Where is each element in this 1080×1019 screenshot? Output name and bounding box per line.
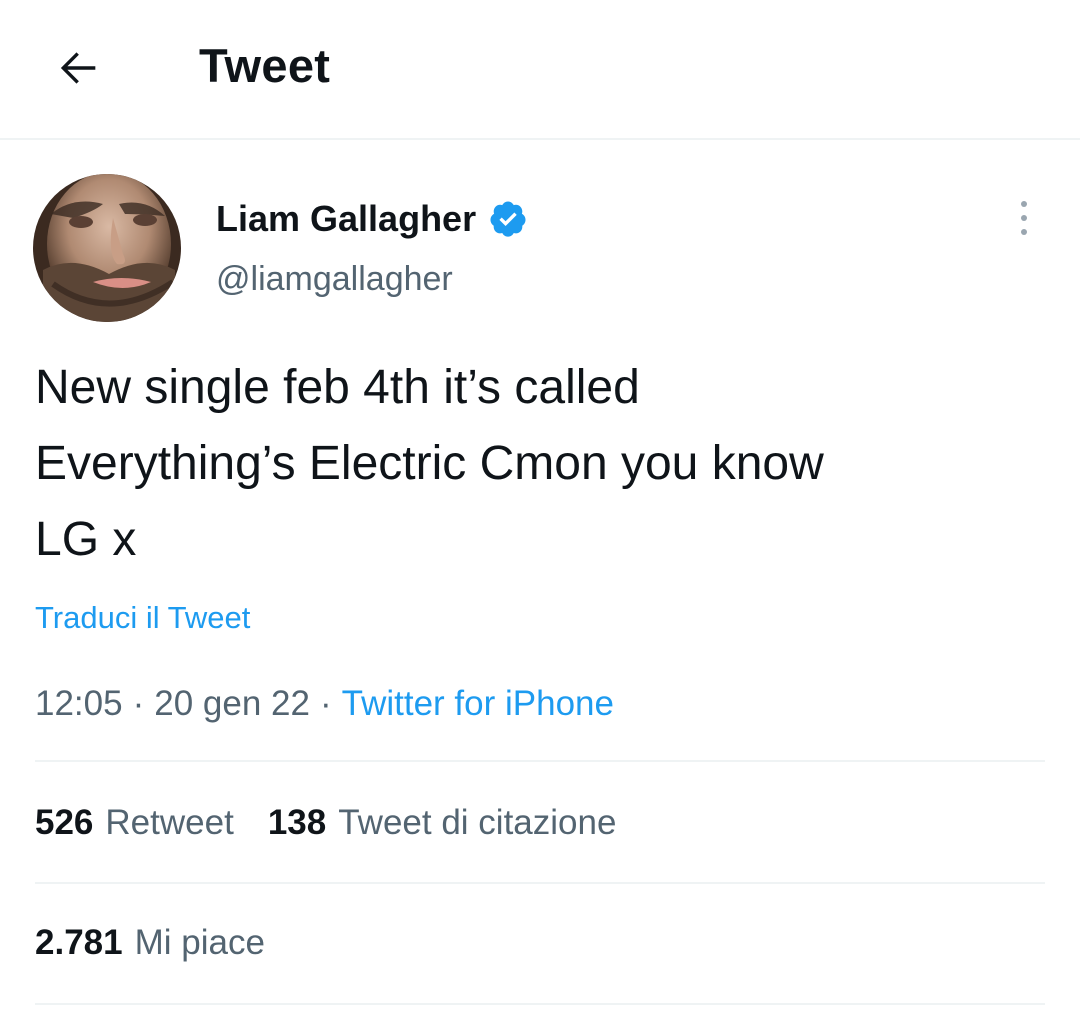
likes-stat[interactable]: 2.781 Mi piace	[35, 920, 265, 966]
more-vertical-icon	[1021, 201, 1027, 235]
meta-separator: ·	[319, 684, 332, 723]
translate-tweet-link[interactable]: Traduci il Tweet	[35, 598, 250, 638]
top-bar: Tweet	[0, 0, 1080, 140]
divider	[35, 760, 1045, 762]
retweets-label: Retweet	[105, 803, 234, 842]
verified-badge-icon	[488, 199, 528, 239]
quotes-count: 138	[267, 803, 327, 842]
tweet-source-link[interactable]: Twitter for iPhone	[342, 684, 614, 723]
author-handle[interactable]: @liamgallagher	[216, 256, 453, 302]
more-options-button[interactable]	[1004, 196, 1044, 240]
tweet-text: New single feb 4th it’s called Everythin…	[35, 361, 824, 566]
tweet-date[interactable]: 20 gen 22	[154, 684, 310, 723]
tweet-meta: 12:05 · 20 gen 22 · Twitter for iPhone	[35, 681, 614, 727]
divider	[35, 1003, 1045, 1005]
author-name[interactable]: Liam Gallagher	[216, 196, 528, 242]
stats-row-retweets: 526 Retweet 138 Tweet di citazione	[35, 800, 650, 846]
tweet-time[interactable]: 12:05	[35, 684, 123, 723]
display-name: Liam Gallagher	[216, 198, 477, 239]
avatar[interactable]	[33, 174, 181, 322]
retweets-count: 526	[35, 803, 94, 842]
divider	[35, 882, 1045, 884]
likes-label: Mi piace	[134, 923, 265, 962]
meta-separator: ·	[132, 684, 145, 723]
avatar-image	[33, 174, 181, 322]
quotes-label: Tweet di citazione	[338, 803, 617, 842]
arrow-left-icon	[60, 52, 96, 84]
quotes-stat[interactable]: 138 Tweet di citazione	[268, 800, 617, 846]
back-button[interactable]	[46, 36, 110, 100]
stats-row-likes: 2.781 Mi piace	[35, 920, 299, 966]
likes-count: 2.781	[35, 923, 123, 962]
page-title: Tweet	[199, 39, 331, 92]
retweets-stat[interactable]: 526 Retweet	[35, 800, 234, 846]
